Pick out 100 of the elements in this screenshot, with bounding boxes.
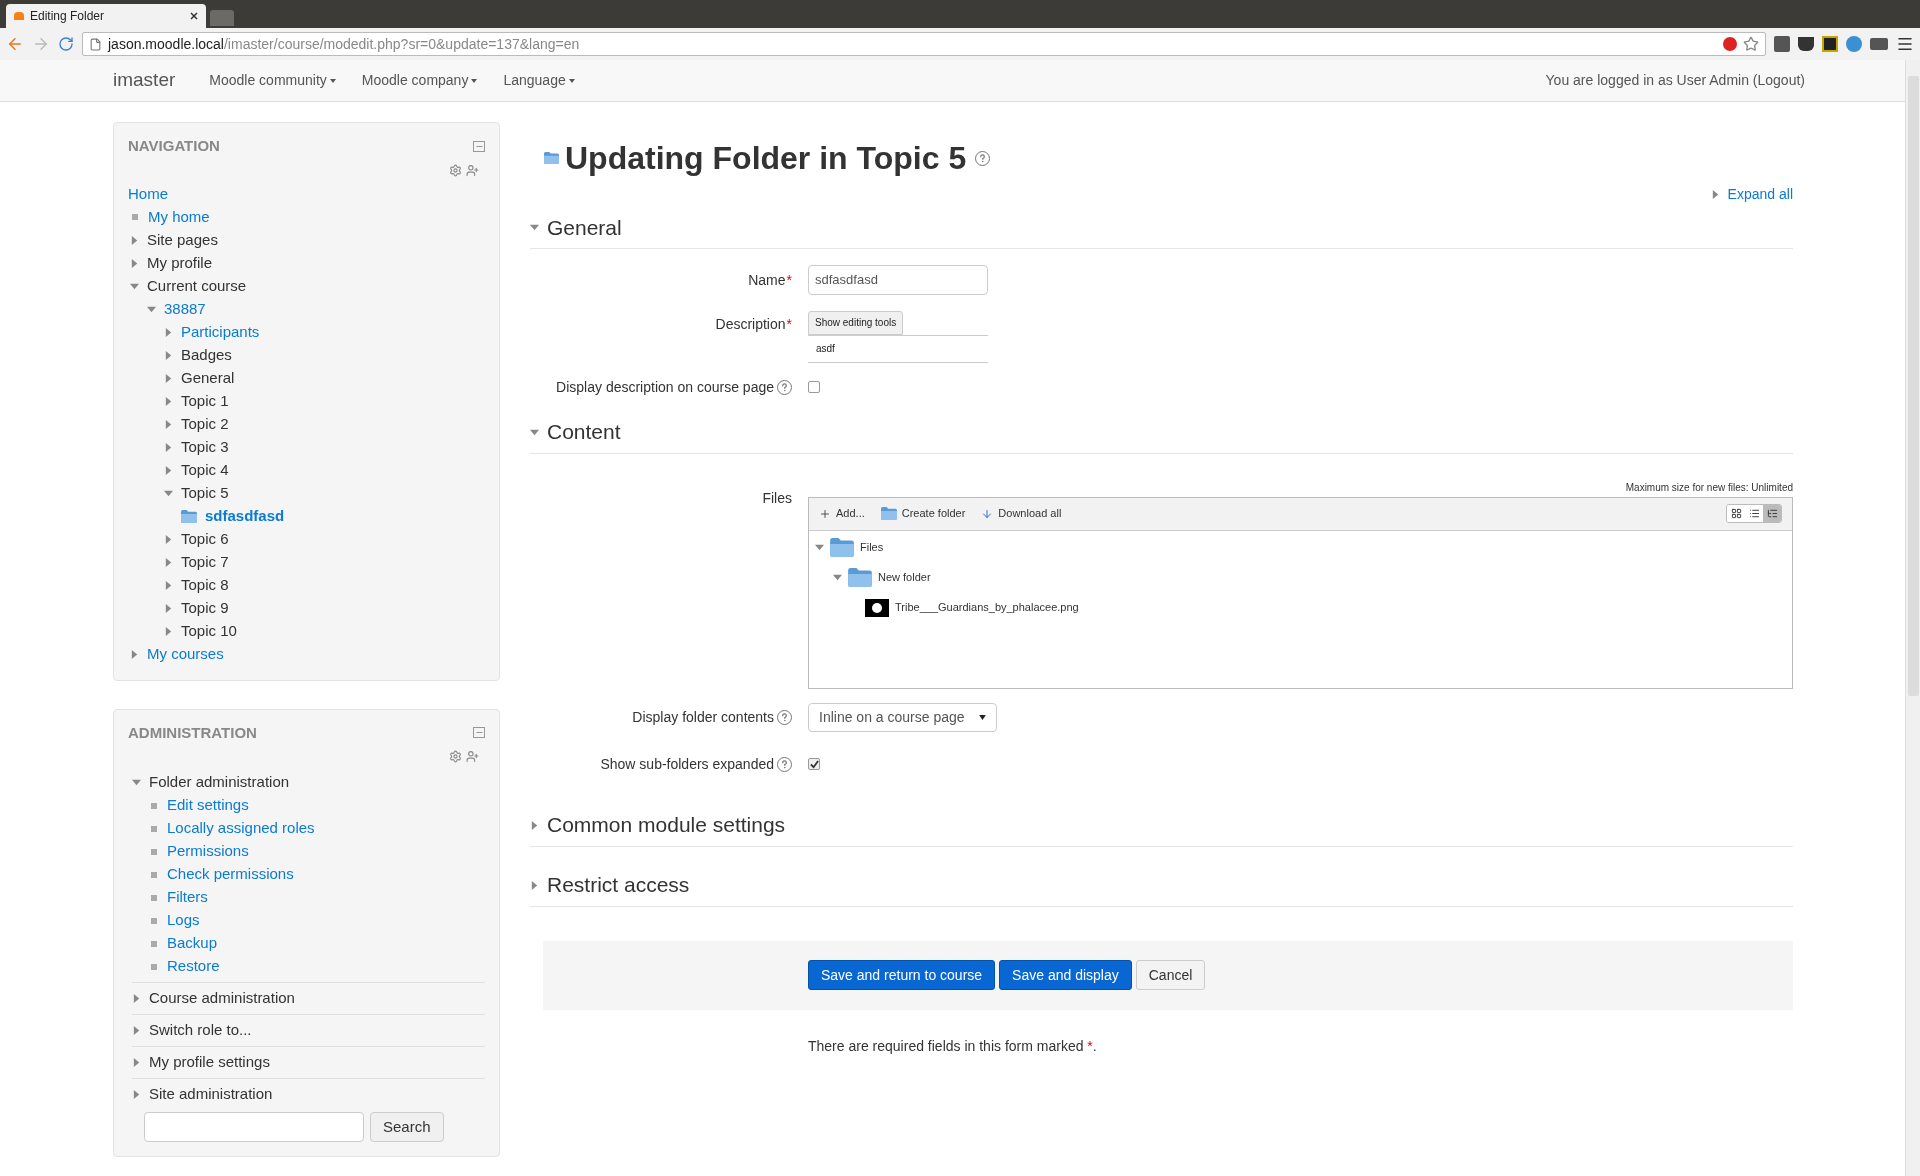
nav-item[interactable]: Switch role to...: [149, 1019, 252, 1042]
nav-item[interactable]: Topic 6: [181, 527, 229, 551]
nav-item[interactable]: Folder administration: [149, 771, 290, 794]
expand-icon[interactable]: [164, 419, 173, 429]
user-add-icon[interactable]: [466, 163, 479, 177]
close-icon[interactable]: [190, 12, 198, 20]
nav-item[interactable]: Topic 10: [181, 619, 237, 643]
nav-link[interactable]: Participants: [181, 320, 260, 344]
expand-icon[interactable]: [132, 1090, 141, 1099]
form-button[interactable]: Cancel: [1135, 960, 1206, 990]
checkbox[interactable]: [808, 381, 820, 393]
navbar-menu[interactable]: Moodle company: [361, 70, 478, 91]
nav-link[interactable]: Check permissions: [167, 863, 294, 886]
expand-icon[interactable]: [132, 1058, 141, 1067]
nav-link[interactable]: My courses: [147, 642, 224, 666]
reload-icon[interactable]: [58, 36, 74, 52]
expand-icon[interactable]: [130, 258, 139, 268]
nav-item[interactable]: Topic 7: [181, 550, 229, 574]
nav-item[interactable]: General: [181, 366, 235, 390]
back-icon[interactable]: [6, 35, 24, 53]
expand-icon[interactable]: [130, 649, 139, 659]
nav-item[interactable]: Topic 2: [181, 412, 229, 436]
display-select[interactable]: Inline on a course page: [808, 702, 997, 732]
search-input[interactable]: [144, 1112, 364, 1142]
collapse-icon[interactable]: [130, 281, 139, 291]
checkbox[interactable]: [808, 758, 820, 770]
view-mode-button[interactable]: [1727, 505, 1745, 522]
collapse-icon[interactable]: [530, 223, 539, 232]
collapse-icon[interactable]: [833, 573, 842, 582]
nav-item[interactable]: Topic 8: [181, 573, 229, 597]
nav-link[interactable]: Edit settings: [167, 794, 249, 817]
section-header[interactable]: Restrict access: [547, 869, 690, 901]
nav-item[interactable]: Badges: [181, 343, 232, 367]
collapse-icon[interactable]: [147, 304, 156, 314]
nav-item[interactable]: Course administration: [149, 987, 295, 1010]
expand-icon[interactable]: [132, 994, 141, 1003]
expand-icon[interactable]: [130, 235, 139, 245]
expand-icon[interactable]: [164, 350, 173, 360]
nav-item[interactable]: Current course: [147, 274, 247, 298]
view-mode-button[interactable]: [1763, 505, 1781, 522]
section-header[interactable]: Content: [547, 416, 621, 448]
file-action-button[interactable]: Download all: [981, 505, 1062, 522]
expand-icon[interactable]: [164, 396, 173, 406]
expand-icon[interactable]: [164, 534, 173, 544]
address-bar[interactable]: jason.moodle.local/imaster/course/modedit.php?sr=0&update=137&lang=en: [82, 32, 1766, 56]
expand-all-link[interactable]: Expand all: [1727, 184, 1793, 205]
settings-icon[interactable]: [449, 163, 462, 177]
star-icon[interactable]: [1743, 36, 1759, 52]
expand-icon[interactable]: [164, 373, 173, 383]
nav-link[interactable]: Logs: [167, 909, 200, 932]
collapse-icon[interactable]: [530, 427, 539, 437]
scrollbar[interactable]: [1905, 60, 1920, 1176]
file-action-button[interactable]: Create folder: [880, 505, 966, 522]
section-header[interactable]: Common module settings: [547, 809, 786, 841]
expand-icon[interactable]: [164, 626, 173, 636]
nav-link[interactable]: Locally assigned roles: [167, 817, 315, 840]
expand-icon[interactable]: [164, 442, 173, 452]
navbar-menu[interactable]: Language: [503, 70, 575, 91]
extension-icon[interactable]: [1798, 37, 1814, 51]
settings-icon[interactable]: [449, 750, 462, 763]
nav-link[interactable]: Backup: [167, 932, 218, 955]
folder-name[interactable]: Files: [860, 539, 884, 556]
site-brand[interactable]: imaster: [113, 66, 176, 95]
nav-item[interactable]: Site administration: [149, 1083, 273, 1106]
nav-link[interactable]: Restore: [167, 955, 220, 978]
navbar-menu[interactable]: Moodle community: [209, 70, 336, 91]
nav-item[interactable]: Topic 9: [181, 596, 229, 620]
nav-item[interactable]: Topic 5: [181, 481, 229, 505]
form-button[interactable]: Save and return to course: [808, 960, 996, 990]
nav-link[interactable]: sdfasdfasd: [205, 504, 285, 528]
nav-item[interactable]: Topic 3: [181, 435, 229, 459]
name-input[interactable]: sdfasdfasd: [808, 265, 988, 295]
nav-item[interactable]: My profile: [147, 251, 213, 275]
collapse-block-icon[interactable]: [473, 140, 485, 152]
collapse-block-icon[interactable]: [473, 727, 485, 739]
description-editor[interactable]: asdf: [808, 334, 988, 363]
nav-link[interactable]: My home: [148, 205, 210, 229]
nav-item[interactable]: My profile settings: [149, 1051, 270, 1074]
nav-link[interactable]: Home: [128, 182, 168, 206]
folder-name[interactable]: New folder: [878, 569, 931, 586]
collapse-icon[interactable]: [815, 543, 824, 552]
collapse-icon[interactable]: [164, 488, 173, 498]
expand-icon[interactable]: [164, 603, 173, 613]
expand-icon[interactable]: [164, 327, 173, 337]
show-editing-tools-button[interactable]: Show editing tools: [808, 310, 904, 335]
expand-icon[interactable]: [530, 880, 539, 890]
expand-icon[interactable]: [530, 820, 539, 830]
nav-item[interactable]: Topic 4: [181, 458, 229, 482]
file-name[interactable]: Tribe___Guardians_by_phalacee.png: [895, 599, 1079, 616]
nav-item[interactable]: Topic 1: [181, 389, 229, 413]
nav-link[interactable]: Permissions: [167, 840, 249, 863]
browser-tab[interactable]: Editing Folder: [6, 4, 206, 28]
forward-icon[interactable]: [32, 35, 50, 53]
user-add-icon[interactable]: [466, 750, 479, 763]
expand-icon[interactable]: [164, 557, 173, 567]
adblock-icon[interactable]: [1723, 37, 1737, 51]
form-button[interactable]: Save and display: [999, 960, 1132, 990]
collapse-icon[interactable]: [132, 778, 141, 787]
search-button[interactable]: Search: [370, 1112, 444, 1142]
extension-icon[interactable]: [1822, 36, 1838, 52]
